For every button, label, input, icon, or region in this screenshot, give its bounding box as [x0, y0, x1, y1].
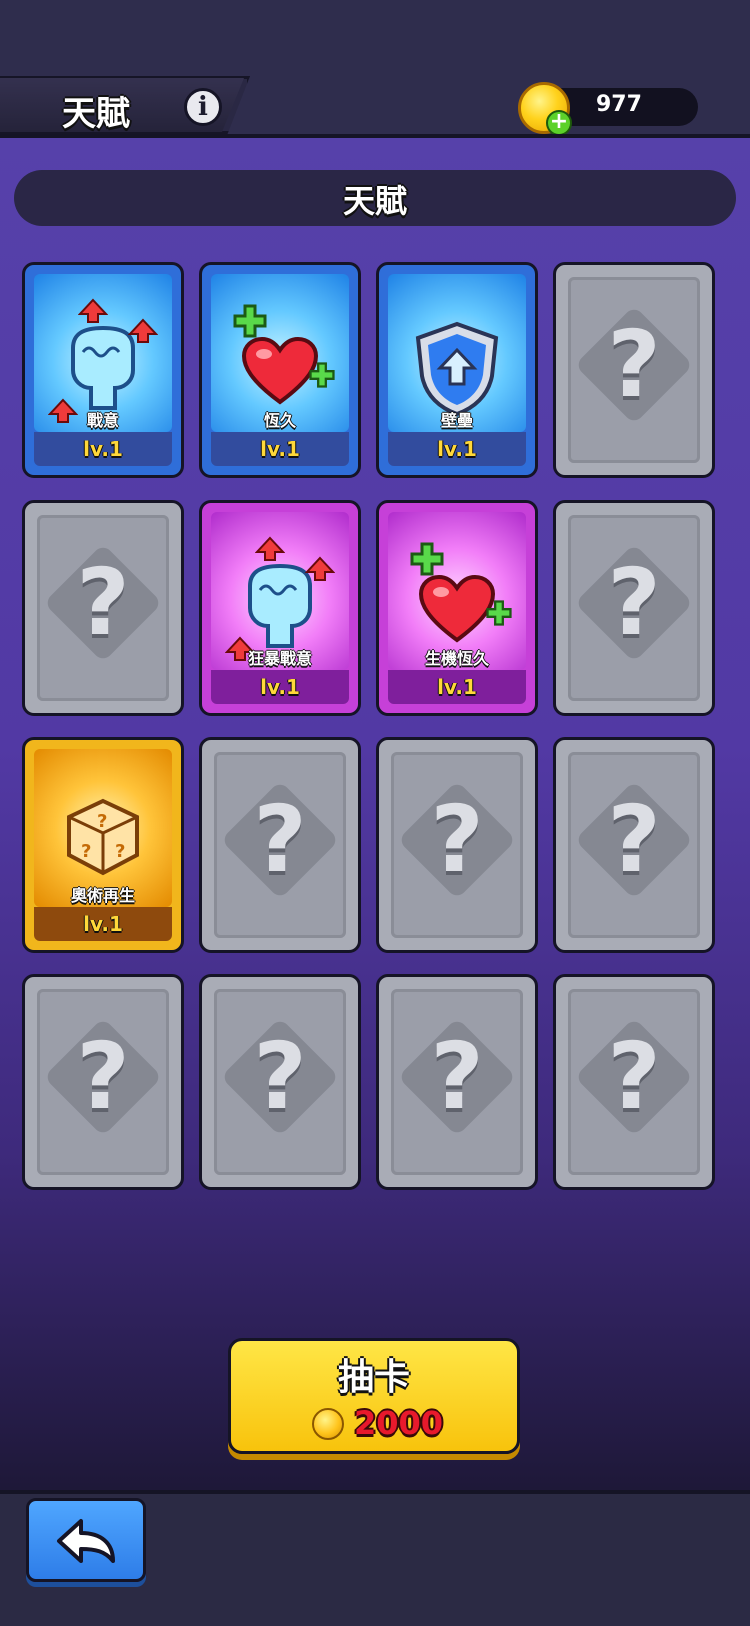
talent-name: 戰意	[86, 411, 119, 430]
talent-level: lv.1	[388, 670, 526, 704]
up-arrow-icon	[78, 298, 108, 323]
plus-icon	[233, 304, 267, 338]
coin-icon	[312, 1408, 344, 1440]
question-mark-icon: ?	[76, 1023, 130, 1130]
locked-talent-card[interactable]: ?	[22, 500, 184, 716]
talent-name: 奧術再生	[70, 886, 135, 905]
question-mark-icon: ?	[430, 1023, 484, 1130]
svg-text:?: ?	[97, 811, 107, 832]
talent-card[interactable]: 戰意 lv.1	[22, 262, 184, 478]
draw-card-label: 抽卡	[337, 1357, 410, 1398]
talent-level: lv.1	[388, 432, 526, 466]
svg-text:?: ?	[81, 841, 91, 862]
page-title: 天賦	[62, 94, 130, 134]
up-arrow-icon	[255, 536, 285, 561]
back-arrow-icon	[57, 1519, 115, 1563]
question-mark-icon: ?	[607, 311, 661, 418]
talent-card[interactable]: 狂暴戰意 lv.1	[199, 500, 361, 716]
locked-talent-card[interactable]: ?	[376, 737, 538, 953]
heart-icon	[418, 574, 496, 643]
talent-card[interactable]: 恆久 lv.1	[199, 262, 361, 478]
locked-talent-card[interactable]: ?	[22, 974, 184, 1190]
talent-card[interactable]: 生機恆久 lv.1	[376, 500, 538, 716]
question-mark-icon: ?	[430, 786, 484, 893]
up-arrow-icon	[128, 318, 158, 343]
plus-icon	[410, 542, 444, 576]
heart-icon	[241, 336, 319, 405]
talent-card[interactable]: ??? 奧術再生 lv.1	[22, 737, 184, 953]
locked-talent-card[interactable]: ?	[199, 974, 361, 1190]
locked-talent-card[interactable]: ?	[553, 737, 715, 953]
locked-talent-card[interactable]: ?	[553, 500, 715, 716]
up-arrow-icon	[305, 556, 335, 581]
talent-name: 恆久	[263, 411, 296, 430]
info-icon[interactable]: i	[184, 88, 222, 126]
talent-level: lv.1	[34, 432, 172, 466]
question-mark-icon: ?	[607, 1023, 661, 1130]
svg-text:?: ?	[115, 841, 125, 862]
talent-name: 狂暴戰意	[247, 649, 312, 668]
talent-level: lv.1	[211, 670, 349, 704]
talent-name: 壁壘	[440, 411, 473, 430]
talent-level: lv.1	[34, 907, 172, 941]
locked-talent-card[interactable]: ?	[199, 737, 361, 953]
dice-icon: ???	[67, 798, 139, 876]
question-mark-icon: ?	[607, 786, 661, 893]
plus-icon	[309, 362, 335, 388]
add-currency-icon[interactable]: +	[546, 110, 572, 136]
back-button[interactable]	[26, 1498, 146, 1582]
talent-card[interactable]: 壁壘 lv.1	[376, 262, 538, 478]
question-mark-icon: ?	[253, 1023, 307, 1130]
locked-talent-card[interactable]: ?	[553, 262, 715, 478]
shield-icon	[415, 321, 499, 416]
talent-level: lv.1	[211, 432, 349, 466]
locked-talent-card[interactable]: ?	[553, 974, 715, 1190]
locked-talent-card[interactable]: ?	[376, 974, 538, 1190]
section-title: 天賦	[342, 182, 407, 220]
draw-cost: 2000	[354, 1404, 444, 1442]
question-mark-icon: ?	[76, 549, 130, 656]
plus-icon	[486, 600, 512, 626]
question-mark-icon: ?	[607, 549, 661, 656]
question-mark-icon: ?	[253, 786, 307, 893]
currency-amount: 977	[596, 92, 642, 117]
talent-name: 生機恆久	[424, 649, 489, 668]
